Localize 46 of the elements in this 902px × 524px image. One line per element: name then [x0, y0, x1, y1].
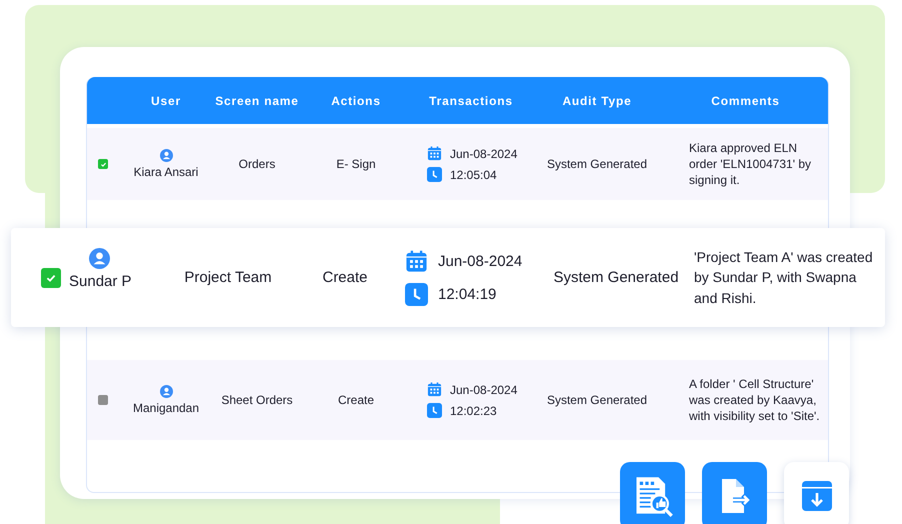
user-avatar-icon	[160, 149, 172, 162]
audit-type: System Generated	[546, 157, 648, 171]
document-export-button[interactable]	[702, 462, 767, 524]
checkbox[interactable]	[41, 268, 61, 288]
checkbox[interactable]	[98, 159, 108, 169]
date-text: Jun-08-2024	[450, 382, 518, 396]
clock-icon	[427, 403, 442, 418]
user-name: Kiara Ansari	[134, 165, 198, 179]
user-name: Manigandan	[132, 401, 200, 415]
screen-name: Orders	[238, 157, 276, 171]
column-header: Transactions	[428, 94, 514, 108]
column-header: Actions	[330, 94, 382, 108]
user-name: Sundar P	[69, 272, 132, 290]
user-avatar-icon	[89, 248, 110, 268]
date-text: Jun-08-2024	[438, 252, 522, 270]
checkbox[interactable]	[98, 395, 108, 405]
action-text: Create	[336, 393, 376, 407]
check-icon	[100, 160, 106, 168]
comment-text: 'Project Team A' was created by Sundar P, with Swapna and Rishi.	[693, 248, 874, 308]
comment-text: A folder ' Cell Structure' was created by Kaavya, with visibility set to 'Site'.	[688, 376, 821, 424]
box-download-button[interactable]	[784, 462, 849, 524]
audit-type: System Generated	[546, 393, 648, 407]
calendar-icon	[427, 146, 442, 161]
screen-name: Project Team	[183, 269, 273, 286]
comment-text: Kiara approved ELN order 'ELN1004731' by signing it.	[688, 140, 812, 188]
report-search-button[interactable]	[620, 462, 685, 524]
calendar-icon	[427, 382, 442, 397]
action-text: E- Sign	[335, 157, 377, 171]
calendar-icon	[405, 250, 428, 272]
clock-icon	[427, 167, 442, 182]
column-header: User	[150, 94, 182, 108]
table-row[interactable]: Kiara Ansari Orders E- Sign Jun-08-2024 12:05:04 System Generated Kiara approved ELN order 'ELN1004731' by signing it.	[87, 128, 828, 200]
column-header: Audit Type	[561, 94, 633, 108]
screen-name: Sheet Orders	[220, 393, 294, 407]
time-text: 12:04:19	[438, 286, 496, 302]
highlighted-row[interactable]: Sundar P Project Team Create Jun-08-2024 12:04:19 System Generated 'Project Team A' was created by Sundar P, with Swapna and Rishi.	[11, 228, 885, 327]
clock-icon	[405, 282, 428, 306]
time-text: 12:02:23	[450, 404, 497, 418]
audit-type: System Generated	[552, 269, 680, 286]
column-header: Screen name	[214, 94, 300, 108]
table-row[interactable]: Manigandan Sheet Orders Create Jun-08-2024 12:02:23 System Generated A folder ' Cell Structure' was created by Kaavya, with visibility set to 'Site'.	[87, 360, 828, 440]
column-header: Comments	[710, 94, 781, 108]
time-text: 12:05:04	[450, 168, 497, 182]
user-avatar-icon	[160, 385, 172, 398]
date-text: Jun-08-2024	[450, 146, 518, 160]
action-text: Create	[321, 269, 369, 286]
